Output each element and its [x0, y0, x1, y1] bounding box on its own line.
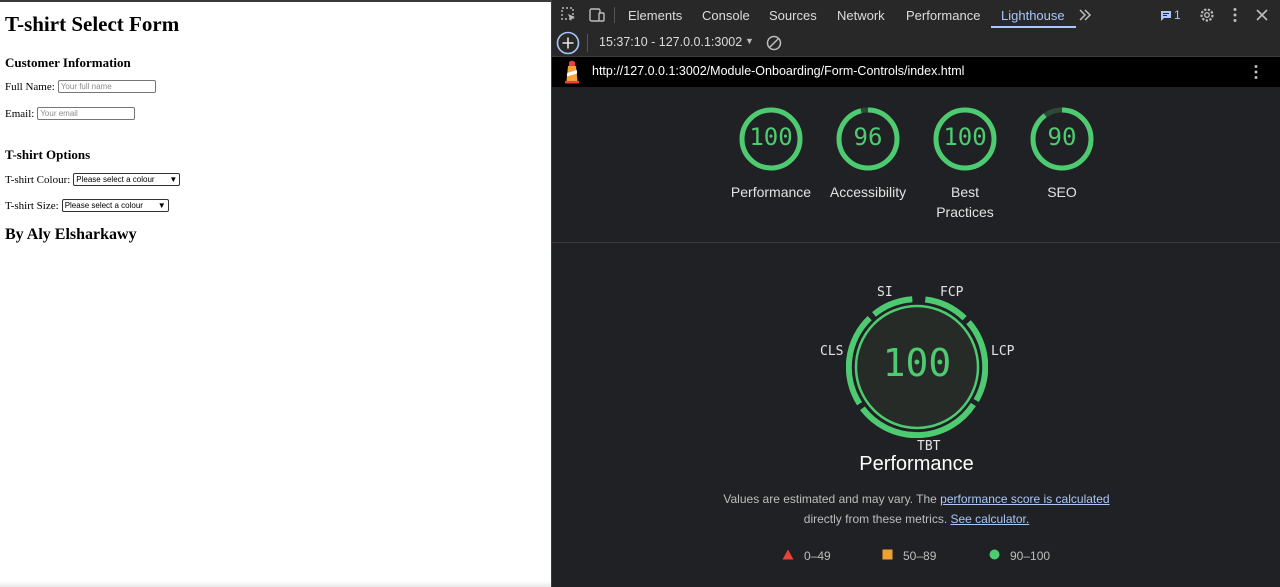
kebab-menu-icon[interactable]: [1226, 6, 1244, 24]
size-label: T-shirt Size:: [5, 199, 59, 212]
kebab-menu-icon[interactable]: [1247, 63, 1265, 81]
colour-select-value: Please select a colour: [76, 175, 155, 184]
tab-lighthouse[interactable]: Lighthouse: [1001, 8, 1065, 23]
metric-label-cls: CLS: [820, 344, 844, 359]
tab-network[interactable]: Network: [837, 8, 885, 23]
lighthouse-toolbar: 15:37:10 - 127.0.0.1:3002 ▼: [552, 30, 1280, 57]
clear-icon[interactable]: [765, 34, 783, 52]
webpage-viewport: T-shirt Select Form Customer Information…: [0, 0, 551, 587]
add-report-icon[interactable]: [556, 31, 580, 55]
chevron-down-icon[interactable]: ▼: [745, 36, 754, 46]
chevron-down-icon: ▼: [157, 201, 166, 210]
triangle-icon: [782, 549, 794, 563]
performance-metrics-gauge: 100: [845, 296, 989, 439]
full-name-label: Full Name:: [5, 80, 55, 93]
gear-icon[interactable]: [1198, 6, 1216, 24]
legend-pass: 90–100: [989, 549, 1050, 563]
score-note-line1: Values are estimated and may vary. The p…: [552, 492, 1280, 506]
author-credit: By Aly Elsharkawy: [5, 226, 137, 243]
metric-label-fcp: FCP: [940, 285, 964, 300]
size-select[interactable]: Please select a colour ▼: [61, 199, 169, 212]
colour-row: T-shirt Colour: Please select a colour ▼: [5, 173, 181, 186]
inspect-icon[interactable]: [560, 6, 578, 24]
tabbar-separator: [614, 7, 615, 23]
legend-range: 90–100: [1010, 549, 1051, 563]
note-text: directly from these metrics.: [803, 512, 951, 526]
customer-info-heading: Customer Information: [5, 55, 131, 70]
circle-icon: [989, 549, 1000, 563]
score-note-line2: directly from these metrics. See calcula…: [552, 512, 1280, 526]
viewport-border: [0, 0, 551, 2]
tab-elements[interactable]: Elements: [628, 8, 682, 23]
gauge-accessibility[interactable]: 96: [836, 107, 900, 171]
gauge-score: 90: [1047, 123, 1077, 151]
tab-performance[interactable]: Performance: [906, 8, 980, 23]
email-row: Email:: [5, 107, 136, 120]
gauge-label: SEO: [1047, 184, 1077, 200]
devtools-tabbar: Elements Console Sources Network Perform…: [552, 0, 1280, 31]
full-name-row: Full Name:: [5, 80, 156, 93]
viewport-bottom-edge: [0, 581, 551, 587]
legend-average: 50–89: [882, 549, 936, 563]
performance-heading: Performance: [859, 453, 974, 475]
close-icon[interactable]: [1253, 6, 1271, 24]
metric-label-tbt: TBT: [917, 439, 941, 454]
legend-range: 50–89: [903, 549, 937, 563]
email-input[interactable]: [37, 107, 136, 120]
device-toolbar-icon[interactable]: [588, 6, 606, 24]
active-tab-indicator: [991, 26, 1076, 28]
metric-label-lcp: LCP: [991, 344, 1015, 359]
section-divider: [552, 242, 1280, 243]
tshirt-options-heading: T-shirt Options: [5, 147, 91, 162]
more-tabs-icon[interactable]: [1077, 7, 1095, 25]
gauge-best-practices[interactable]: 100: [933, 107, 997, 171]
full-name-input[interactable]: [57, 80, 156, 93]
colour-select[interactable]: Please select a colour ▼: [73, 173, 181, 186]
toolbar-separator: [587, 34, 588, 52]
report-url-bar: http://127.0.0.1:3002/Module-Onboarding/…: [552, 57, 1280, 87]
gauge-score: 100: [749, 123, 793, 151]
square-icon: [882, 549, 893, 563]
colour-label: T-shirt Colour:: [5, 173, 71, 186]
legend-range: 0–49: [804, 549, 831, 563]
perf-score-link[interactable]: performance score is calculated: [940, 492, 1109, 506]
page-title: T-shirt Select Form: [5, 12, 180, 36]
gauge-label: Performance: [730, 184, 812, 200]
note-text: Values are estimated and may vary. The: [723, 492, 941, 506]
gauge-label: Accessibility: [829, 184, 907, 200]
size-row: T-shirt Size: Please select a colour ▼: [5, 199, 169, 212]
tab-sources[interactable]: Sources: [769, 8, 817, 23]
performance-score: 100: [882, 341, 952, 385]
see-calculator-link[interactable]: See calculator.: [950, 512, 1029, 526]
legend-fail: 0–49: [782, 549, 831, 563]
gauge-label: Best Practices: [936, 184, 994, 220]
devtools-panel: Elements Console Sources Network Perform…: [551, 0, 1280, 587]
report-selector[interactable]: 15:37:10 - 127.0.0.1:3002: [599, 35, 742, 49]
email-label: Email:: [5, 107, 35, 120]
gauge-score: 100: [943, 123, 987, 151]
metric-label-si: SI: [877, 285, 893, 300]
report-url: http://127.0.0.1:3002/Module-Onboarding/…: [592, 64, 965, 78]
size-select-value: Please select a colour: [64, 201, 143, 210]
gauge-performance[interactable]: 100: [739, 107, 803, 171]
gauge-seo[interactable]: 90: [1030, 107, 1094, 171]
chevron-down-icon: ▼: [169, 175, 178, 184]
gauge-score: 96: [853, 123, 883, 151]
tab-console[interactable]: Console: [702, 8, 750, 23]
issues-count[interactable]: 1: [1174, 8, 1181, 22]
issues-icon[interactable]: [1160, 9, 1172, 21]
lighthouse-logo-icon: [562, 60, 582, 84]
